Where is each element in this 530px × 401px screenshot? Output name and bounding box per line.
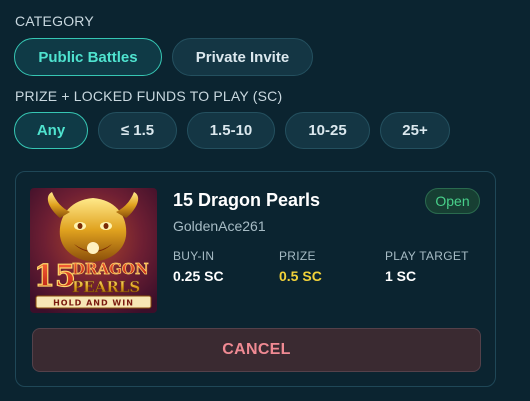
- prize-filter-under-1-5-button[interactable]: ≤ 1.5: [98, 112, 177, 149]
- category-label: CATEGORY: [15, 13, 94, 29]
- game-thumbnail: 15 DRAGON PEARLS HOLD AND WIN: [30, 188, 157, 313]
- svg-text:HOLD AND WIN: HOLD AND WIN: [53, 299, 134, 308]
- prize-filter-10-25-button[interactable]: 10-25: [285, 112, 370, 149]
- host-username: GoldenAce261: [173, 218, 266, 234]
- prize-value: 0.5 SC: [279, 268, 322, 284]
- category-private-invite-button[interactable]: Private Invite: [172, 38, 313, 76]
- game-title: 15 Dragon Pearls: [173, 190, 321, 210]
- buy-in-value: 0.25 SC: [173, 268, 224, 284]
- play-target-label: PLAY TARGET: [385, 249, 469, 263]
- svg-text:PEARLS: PEARLS: [72, 278, 140, 296]
- buy-in-label: BUY-IN: [173, 249, 215, 263]
- prize-filter-any-button[interactable]: Any: [14, 112, 88, 149]
- prize-filter-label: PRIZE + LOCKED FUNDS TO PLAY (SC): [15, 88, 283, 104]
- prize-filter-25-plus-button[interactable]: 25+: [380, 112, 450, 149]
- prize-filter-1-5-10-button[interactable]: 1.5-10: [187, 112, 275, 149]
- cancel-button[interactable]: CANCEL: [32, 328, 481, 372]
- category-public-battles-button[interactable]: Public Battles: [14, 38, 162, 76]
- svg-text:DRAGON: DRAGON: [72, 260, 149, 278]
- play-target-value: 1 SC: [385, 268, 417, 284]
- prize-label: PRIZE: [279, 249, 316, 263]
- battle-card: 15 DRAGON PEARLS HOLD AND WIN 15 Dragon …: [15, 171, 496, 387]
- status-badge: Open: [425, 188, 480, 214]
- svg-text:15: 15: [34, 259, 76, 294]
